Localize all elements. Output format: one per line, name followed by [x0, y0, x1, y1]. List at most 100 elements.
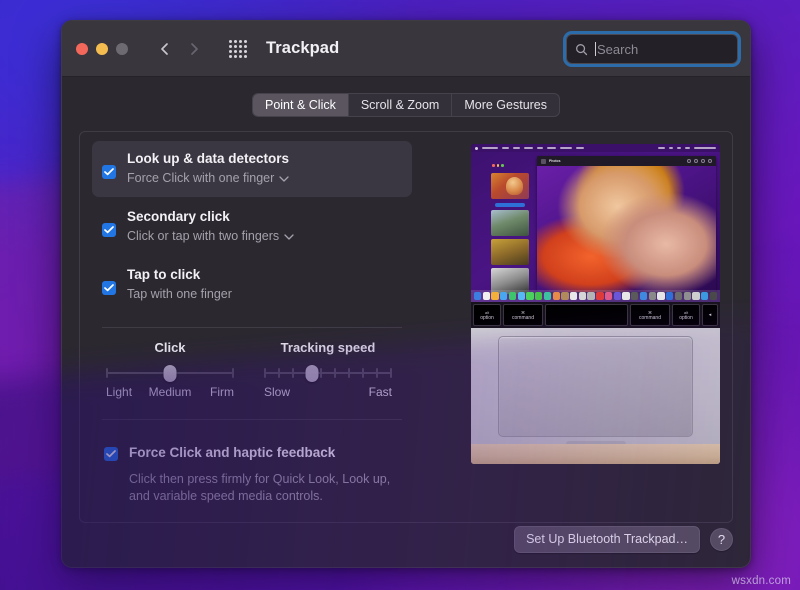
force-click-description-line2: and variable speed media controls.	[129, 488, 410, 505]
click-slider-knob[interactable]	[164, 365, 177, 382]
force-click-description-line1: Click then press firmly for Quick Look, …	[129, 471, 410, 488]
option-sublabel-tap-to-click: Tap with one finger	[127, 286, 232, 303]
preview-key-spacebar	[545, 304, 628, 326]
checkbox-tap-to-click[interactable]	[102, 281, 116, 295]
preview-key-command-right: ⌘ command	[630, 304, 670, 326]
option-value-tap-to-click: Tap with one finger	[127, 286, 232, 303]
preview-key-option-right: alt option	[672, 304, 700, 326]
chevron-down-icon[interactable]	[284, 228, 294, 245]
preview-keyboard-row: alt option ⌘ command ⌘ command alt opti	[471, 302, 720, 328]
option-row-look-up[interactable]: Look up & data detectors Force Click wit…	[92, 141, 412, 197]
preview-photos-sidebar	[491, 156, 533, 302]
preview-key-arrow: ◂	[702, 304, 718, 326]
option-row-tap-to-click[interactable]: Tap to click Tap with one finger	[92, 257, 412, 313]
zoom-button[interactable]	[116, 43, 128, 55]
show-all-grid-icon[interactable]	[229, 40, 250, 58]
preview-photos-window: Photos	[537, 156, 716, 292]
tracking-speed-labels: Slow Fast	[264, 385, 392, 401]
preview-key-bottom: command	[639, 315, 661, 321]
preview-thumbnail	[491, 173, 529, 199]
section-divider-bottom	[102, 419, 402, 420]
tracking-speed-knob[interactable]	[306, 365, 319, 382]
option-row-force-click[interactable]: Force Click and haptic feedback	[94, 436, 410, 471]
click-slider-label-firm: Firm	[210, 385, 234, 399]
search-field[interactable]: Search	[566, 34, 738, 64]
tracking-speed-tick	[320, 368, 322, 378]
apple-logo-icon	[475, 147, 478, 150]
click-slider-labels: Light Medium Firm	[106, 385, 234, 401]
force-click-section: Force Click and haptic feedback Click th…	[92, 436, 412, 505]
click-slider[interactable]	[106, 365, 234, 381]
click-slider-label-medium: Medium	[149, 385, 192, 399]
preview-thumbnail	[491, 239, 529, 265]
option-label-secondary-click: Secondary click	[127, 209, 230, 224]
tracking-speed-title: Tracking speed	[281, 340, 376, 355]
tracking-speed-label-fast: Fast	[369, 385, 392, 399]
click-slider-label-light: Light	[106, 385, 132, 399]
watermark: wsxdn.com	[732, 575, 791, 587]
click-slider-tick	[106, 368, 108, 378]
macbook-trackpad-preview: Photos	[471, 144, 720, 464]
checkbox-secondary-click[interactable]	[102, 223, 116, 237]
page-title: Trackpad	[266, 39, 339, 58]
window-footer: Set Up Bluetooth Trackpad… ?	[514, 526, 733, 553]
tracking-speed-tick	[334, 368, 336, 378]
option-label-tap-to-click: Tap to click	[127, 267, 200, 282]
tracking-speed-label-slow: Slow	[264, 385, 290, 399]
preview-screen: Photos	[471, 144, 720, 302]
tracking-speed-tick	[264, 368, 266, 378]
sliders-section: Click Light Medium Firm	[92, 328, 412, 401]
preview-desk-surface	[471, 444, 720, 464]
preview-key-option-left: alt option	[473, 304, 501, 326]
tracking-speed-slider[interactable]	[264, 365, 392, 381]
preview-window-titlebar: Photos	[537, 156, 716, 166]
chevron-down-icon[interactable]	[279, 170, 289, 187]
preview-trackpad-surface	[498, 336, 693, 437]
settings-panel: Look up & data detectors Force Click wit…	[79, 131, 733, 523]
checkbox-look-up[interactable]	[102, 165, 116, 179]
preview-key-command-left: ⌘ command	[503, 304, 543, 326]
preview-photo	[537, 166, 716, 292]
preview-thumbnail	[491, 210, 529, 236]
tracking-speed-slider-group: Tracking speed	[246, 340, 410, 401]
click-slider-title: Click	[154, 340, 185, 355]
navigation-buttons	[157, 41, 202, 57]
option-value-secondary-click: Click or tap with two fingers	[127, 228, 279, 245]
option-row-secondary-click[interactable]: Secondary click Click or tap with two fi…	[92, 199, 412, 255]
preview-trackpad-body	[471, 328, 720, 464]
search-container: Search	[566, 34, 738, 64]
desktop-wallpaper: Trackpad Search Point & Click Scroll & Z…	[0, 0, 800, 590]
preview-desktop: Photos	[471, 152, 720, 302]
tracking-speed-tick	[348, 368, 350, 378]
forward-icon[interactable]	[186, 41, 202, 57]
set-up-bluetooth-trackpad-button[interactable]: Set Up Bluetooth Trackpad…	[514, 526, 700, 553]
tab-bar: Point & Click Scroll & Zoom More Gesture…	[62, 77, 750, 117]
tracking-speed-tick	[278, 368, 280, 378]
minimize-button[interactable]	[96, 43, 108, 55]
tab-scroll-and-zoom[interactable]: Scroll & Zoom	[349, 94, 453, 116]
checkbox-force-click[interactable]	[104, 447, 118, 461]
preview-selected-indicator	[495, 203, 525, 207]
back-icon[interactable]	[157, 41, 173, 57]
preview-key-bottom: command	[512, 315, 534, 321]
tracking-speed-tick	[362, 368, 364, 378]
option-sublabel-look-up[interactable]: Force Click with one finger	[127, 170, 289, 187]
close-button[interactable]	[76, 43, 88, 55]
window-titlebar: Trackpad Search	[62, 21, 750, 77]
tab-more-gestures[interactable]: More Gestures	[452, 94, 559, 116]
tab-point-and-click[interactable]: Point & Click	[253, 94, 349, 116]
tracking-speed-tick	[390, 368, 392, 378]
search-placeholder: Search	[597, 42, 638, 57]
help-button[interactable]: ?	[710, 528, 733, 551]
option-sublabel-secondary-click[interactable]: Click or tap with two fingers	[127, 228, 294, 245]
option-value-look-up: Force Click with one finger	[127, 170, 274, 187]
tracking-speed-track	[264, 372, 392, 374]
system-preferences-window: Trackpad Search Point & Click Scroll & Z…	[61, 20, 751, 568]
preview-key-bottom: option	[480, 315, 494, 321]
preview-key-bottom: option	[679, 315, 693, 321]
options-column: Look up & data detectors Force Click wit…	[80, 132, 424, 505]
tracking-speed-tick	[292, 368, 294, 378]
preview-menubar	[471, 144, 720, 152]
click-slider-group: Click Light Medium Firm	[94, 340, 246, 401]
preview-window-title: Photos	[549, 159, 561, 163]
